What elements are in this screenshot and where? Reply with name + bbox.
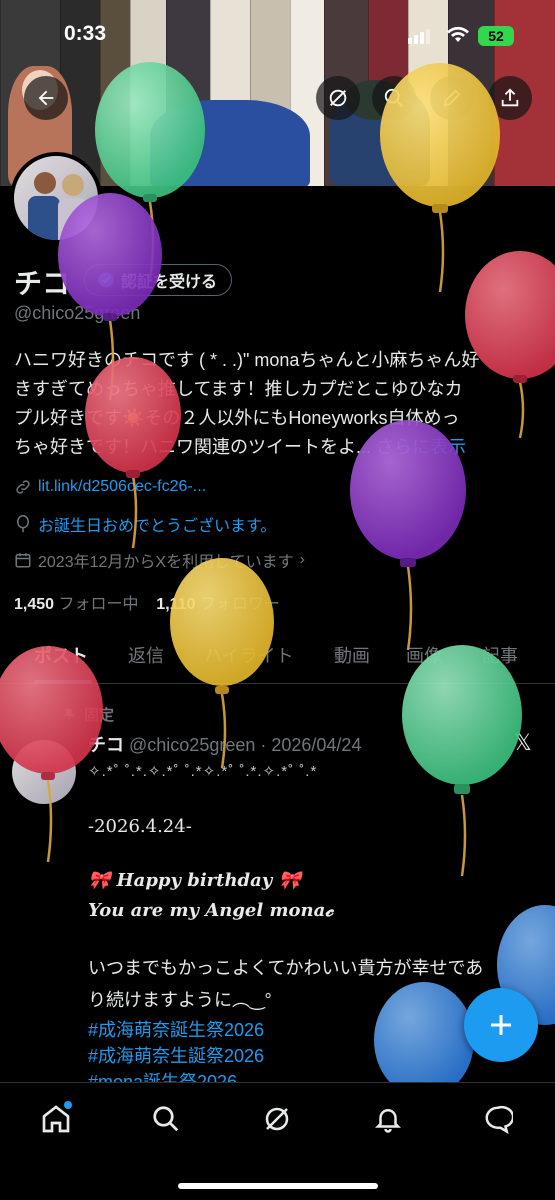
joined-text: 2023年12月からXを利用しています (38, 554, 294, 571)
search-button[interactable] (372, 76, 416, 120)
profile-name: チコ (14, 268, 71, 299)
post-message-line: り続けますように︵‿° (88, 990, 272, 1010)
hashtag-link[interactable]: #成海萌奈生誕祭2026 (88, 1042, 264, 1068)
tab-replies[interactable]: 返信 (128, 642, 164, 668)
post-author[interactable]: チコ @chico25green · 2026/04/24 (88, 731, 361, 757)
home-indicator (178, 1183, 378, 1189)
birthday-text: お誕生日おめでとうございます。 (38, 518, 277, 535)
verified-badge-icon (98, 272, 114, 288)
compose-button[interactable] (464, 988, 538, 1062)
bio-line: プル好きです☀️その２人以外にもHoneyworks自体めっ (14, 408, 460, 428)
pinned-label: 固定 (62, 704, 114, 725)
post-handle-date: @chico25green · 2026/04/24 (129, 735, 362, 755)
profile-handle: @chico25green (14, 303, 141, 323)
profile-avatar[interactable] (10, 152, 102, 244)
grok-icon (329, 89, 347, 107)
show-more-link[interactable]: さらに表示 (376, 437, 466, 457)
post-angel-line: You are my Angel mona𝓬 (88, 900, 334, 921)
active-tab-indicator (34, 680, 92, 684)
plus-icon (491, 1015, 511, 1035)
birthday-row: お誕生日おめでとうございます。 (14, 512, 276, 536)
profile-tabs: ポスト 返信 ハイライト 動画 画像 記事 (0, 628, 555, 684)
nav-notifications[interactable] (368, 1099, 408, 1139)
post-decor: ✧.*˚ ˚.*.✧.*˚ ˚.*✧.*˚ ˚.*.✧.*˚ ˚.* (88, 763, 318, 780)
search-icon (153, 1106, 179, 1132)
notification-dot (64, 1101, 72, 1109)
grok-button[interactable] (316, 76, 360, 120)
get-verified-label: 認証を受ける (121, 274, 218, 291)
chevron-right-icon: › (299, 551, 305, 568)
balloon-icon (17, 515, 29, 533)
following-link[interactable]: 1,450 フォロー中 (14, 596, 139, 613)
grok-icon (265, 1107, 289, 1131)
post-birthday-line: 🎀 Happy birthday 🎀 (88, 870, 301, 891)
tab-posts[interactable]: ポスト (34, 642, 88, 668)
profile-link-row: lit.link/d2506cec-fc26-... (14, 478, 206, 496)
follow-stats: 1,450 フォロー中 1,110 フォロワー (14, 590, 280, 614)
nav-home[interactable] (36, 1099, 76, 1139)
post-date-line: -2026.4.24- (88, 816, 192, 837)
search-icon (384, 88, 403, 107)
arrow-left-icon (38, 90, 54, 106)
x-logo-icon: 𝕏 (514, 730, 532, 755)
battery-indicator: 52 (478, 26, 514, 46)
status-time: 0:33 (64, 22, 107, 45)
post-message-line: いつまでもかっこよくてかわいい貴方が幸せであ (88, 958, 484, 978)
profile-bio: ハニワ好きのチコです ( * . .)" monaちゃんと小麻ちゃん好 きすぎて… (14, 346, 544, 462)
cellular-signal-icon (408, 26, 432, 44)
share-icon (501, 88, 519, 107)
nav-grok[interactable] (257, 1099, 297, 1139)
nav-messages[interactable] (478, 1099, 518, 1139)
edit-button[interactable] (430, 76, 474, 120)
messages-icon (485, 1105, 513, 1134)
calendar-icon (15, 553, 31, 568)
profile-link[interactable]: lit.link/d2506cec-fc26-... (38, 478, 206, 496)
tab-images[interactable]: 画像 (406, 642, 442, 668)
joined-row[interactable]: 2023年12月からXを利用しています › (14, 548, 305, 572)
tab-videos[interactable]: 動画 (334, 642, 370, 668)
nav-search[interactable] (146, 1099, 186, 1139)
link-icon (16, 480, 30, 494)
followers-link[interactable]: 1,110 フォロワー (156, 596, 280, 613)
tab-highlights[interactable]: ハイライト (204, 642, 294, 668)
edit-icon (443, 89, 461, 107)
post-author-avatar[interactable] (12, 740, 76, 804)
bell-icon (374, 1109, 402, 1133)
wifi-icon (447, 26, 469, 42)
balloon-icon (374, 982, 474, 1098)
status-bar: 0:33 52 (0, 0, 555, 70)
bio-line: ハニワ好きのチコです ( * . .)" monaちゃんと小麻ちゃん好 (14, 350, 480, 370)
pin-icon (63, 708, 75, 721)
post-author-name: チコ (88, 735, 124, 755)
bio-line: きすぎてめっちゃ推してます！推しカプだとこゆひなカ (14, 379, 463, 399)
bottom-navigation (0, 1082, 555, 1200)
bio-line: ちゃ好きです！ハニワ関連のツイートをよ... (14, 437, 372, 457)
back-button[interactable] (24, 76, 68, 120)
get-verified-button[interactable]: 認証を受ける (84, 264, 233, 296)
share-button[interactable] (488, 76, 532, 120)
tab-articles[interactable]: 記事 (482, 642, 518, 668)
hashtag-link[interactable]: #成海萌奈誕生祭2026 (88, 1016, 264, 1042)
